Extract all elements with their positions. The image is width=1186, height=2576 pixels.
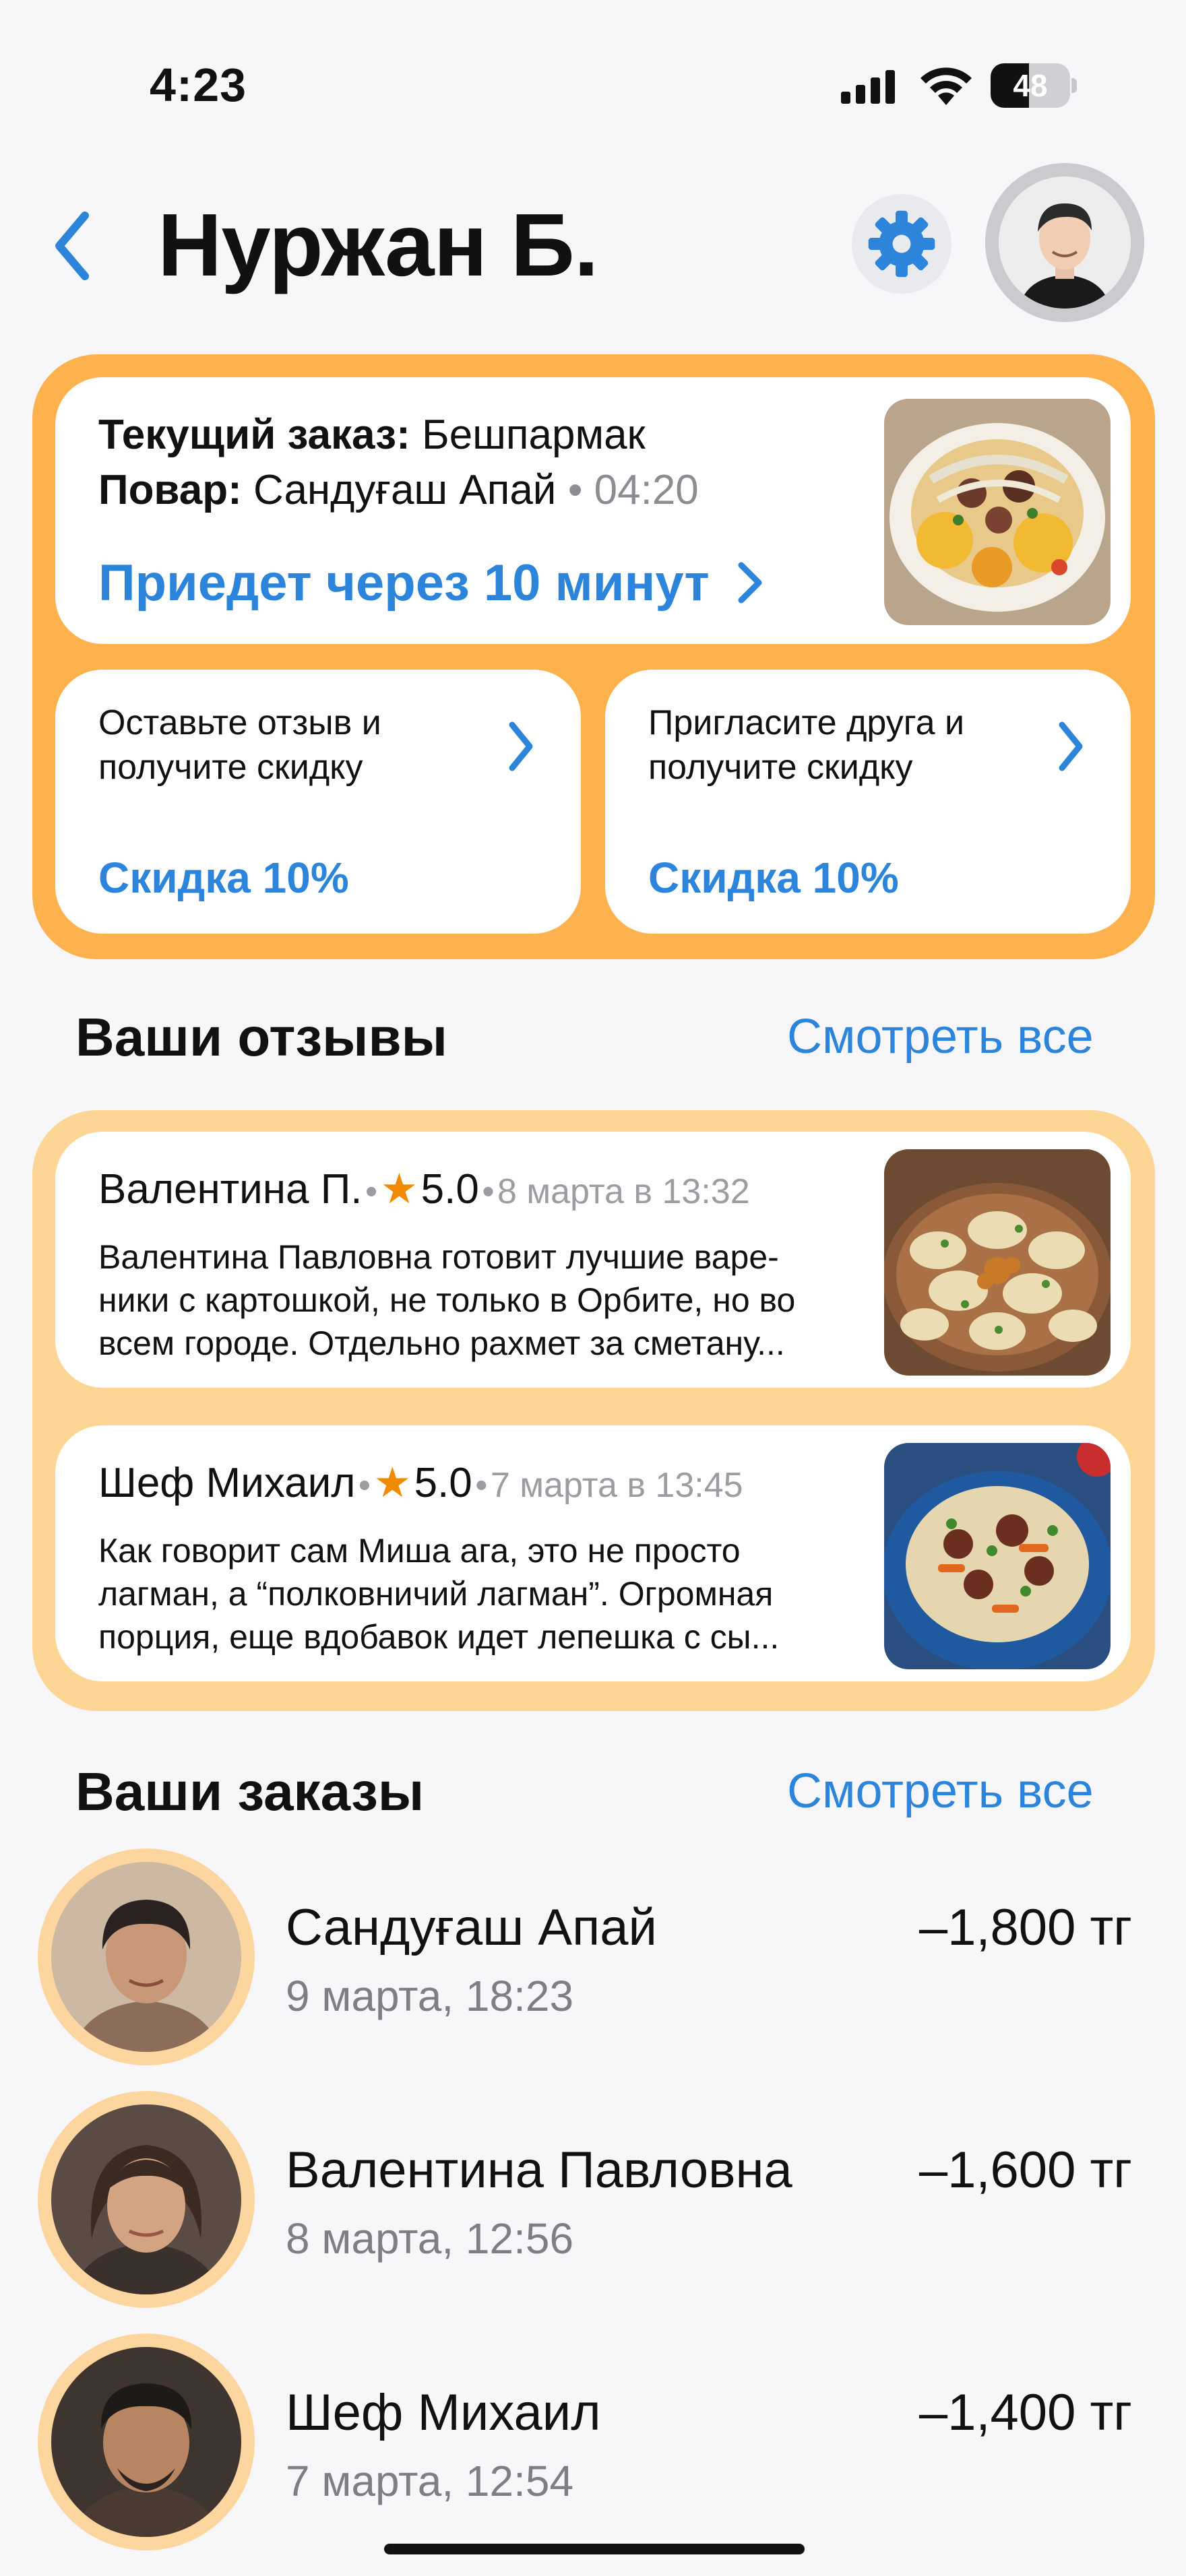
beshbarmak-photo [884,399,1111,625]
review-promo-discount: Скидка 10% [98,854,349,902]
battery-icon: 48 [991,63,1077,108]
reviews-see-all-link[interactable]: Смотреть все [787,1009,1094,1064]
order-line: Текущий заказ: Бешпармак [98,412,646,458]
review-date: 8 марта в 13:32 [497,1172,750,1211]
star-icon: ★ [373,1460,412,1506]
invite-promo-text: Пригласите друга и получите скидку [648,703,964,787]
home-indicator[interactable] [384,2544,805,2554]
status-time: 4:23 [150,59,247,111]
order-amount: –1,800 тг [918,1899,1132,1956]
chef-name: Сандуғаш Апай [253,467,557,513]
gear-icon [868,210,935,278]
review-date: 7 марта в 13:45 [490,1466,743,1505]
vareniki-photo [884,1149,1111,1376]
chevron-right-icon [1059,721,1083,771]
cellular-signal-icon [841,70,895,104]
chevron-right-icon [738,562,762,604]
order-date: 7 марта, 12:54 [286,2457,574,2505]
review-rating: 5.0 [420,1166,479,1213]
invite-promo-discount: Скидка 10% [648,854,899,902]
order-chef-name: Шеф Михаил [286,2384,601,2441]
settings-button[interactable] [852,194,951,294]
orders-section-title: Ваши заказы [75,1762,425,1822]
wifi-icon [920,67,972,105]
chevron-left-icon[interactable] [51,209,92,283]
review-promo-text: Оставьте отзыв и получите скидку [98,703,381,787]
order-amount: –1,600 тг [918,2142,1132,2199]
review-rating: 5.0 [414,1460,472,1506]
star-icon: ★ [380,1166,418,1213]
review-text: Как говорит сам Миша ага, это не просто л… [98,1532,780,1656]
review-header: Валентина П. • ★ 5.0 • 8 марта в 13:32 [98,1166,750,1213]
order-date: 9 марта, 18:23 [286,1972,574,2020]
order-amount: –1,400 тг [918,2384,1132,2441]
chevron-right-icon [509,721,533,771]
review-author: Шеф Михаил [98,1460,356,1506]
arrival-link[interactable]: Приедет через 10 минут [98,554,766,612]
user-avatar[interactable] [985,163,1144,322]
reviews-section-title: Ваши отзывы [75,1007,447,1067]
review-header: Шеф Михаил • ★ 5.0 • 7 марта в 13:45 [98,1460,743,1506]
orders-see-all-link[interactable]: Смотреть все [787,1764,1094,1819]
battery-level: 48 [1013,68,1048,103]
review-author: Валентина П. [98,1166,363,1213]
order-time: 04:20 [594,467,699,513]
chef-avatar [38,1848,255,2065]
order-date: 8 марта, 12:56 [286,2214,574,2263]
page-title: Нуржан Б. [158,195,598,294]
chef-avatar [38,2333,255,2550]
chef-line: Повар: Сандуғаш Апай • 04:20 [98,467,699,513]
chef-avatar [38,2091,255,2308]
order-chef-name: Валентина Павловна [286,2142,792,2199]
lagman-photo [884,1443,1111,1669]
order-dish: Бешпармак [422,412,646,458]
review-text: Валентина Павловна готовит лучшие варе-н… [98,1238,796,1362]
order-chef-name: Сандуғаш Апай [286,1899,657,1956]
